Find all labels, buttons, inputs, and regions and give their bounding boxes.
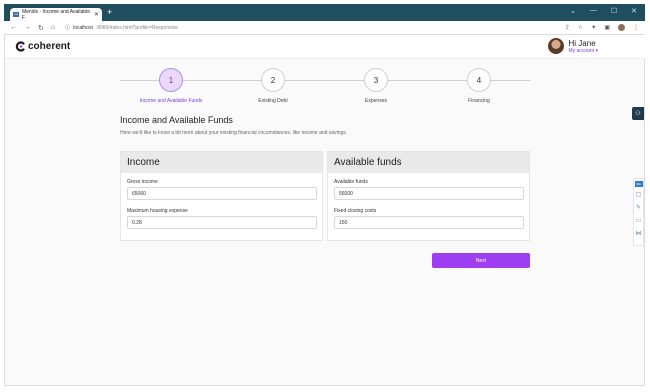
user-menu[interactable]: Hi Jane My account ▾: [547, 38, 598, 54]
app-viewport: coherent Hi Jane My account ▾ 1 2 3 4 In…: [4, 35, 646, 386]
browser-tab[interactable]: mx Mendix - Income and Available F ✕: [10, 8, 102, 21]
page-title: Income and Available Funds: [120, 115, 233, 125]
coherent-logo[interactable]: coherent: [15, 41, 70, 52]
logo-text: coherent: [28, 41, 71, 52]
available-funds-heading: Available funds: [328, 152, 529, 173]
home-icon[interactable]: ⌂: [51, 24, 55, 32]
share-icon[interactable]: ⇪: [565, 24, 570, 31]
step-1-label: Income and Available Funds: [139, 98, 203, 104]
max-housing-input[interactable]: [127, 216, 317, 229]
address-bar: ← → ↻ ⌂ ⓘ localhost:8080/index.html?prof…: [4, 21, 645, 35]
ide-badge-icon[interactable]: IDE: [634, 181, 643, 187]
available-funds-label: Available funds: [334, 179, 368, 185]
my-account-dropdown[interactable]: My account ▾: [569, 48, 598, 54]
minimize-button[interactable]: —: [590, 7, 597, 15]
step-1[interactable]: 1: [159, 68, 183, 92]
income-card: Income Gross income Maximum housing expe…: [120, 151, 323, 241]
step-3-label: Expenses: [365, 98, 387, 104]
forward-arrow-icon[interactable]: →: [24, 24, 31, 32]
user-panel-tab[interactable]: ⚇: [632, 107, 644, 120]
back-arrow-icon[interactable]: ←: [10, 24, 17, 32]
dev-tools-rail: IDE ▢ ✎ ▭ ⋈: [633, 178, 644, 246]
user-settings-icon: ⚇: [635, 111, 641, 117]
extensions-puzzle-icon[interactable]: ✦: [591, 24, 596, 31]
address-bar-actions: ⇪ ☆ ✦ ▣ ⋮: [565, 24, 639, 31]
browser-window: mx Mendix - Income and Available F ✕ + ⌄…: [0, 0, 650, 392]
browser-titlebar: mx Mendix - Income and Available F ✕ + ⌄…: [4, 4, 645, 21]
url-host: localhost: [73, 24, 93, 31]
nav-buttons: ← → ↻ ⌂: [10, 24, 55, 32]
step-4[interactable]: 4: [467, 68, 491, 92]
mendix-favicon-icon: mx: [13, 12, 19, 17]
reload-icon[interactable]: ↻: [38, 24, 44, 32]
sidebar-icon[interactable]: ▣: [604, 24, 610, 31]
user-avatar[interactable]: [547, 38, 564, 54]
step-2-label: Existing Debt: [258, 98, 288, 104]
app-header: coherent Hi Jane My account ▾: [5, 35, 646, 59]
profile-avatar-icon[interactable]: [618, 24, 625, 31]
greeting: Hi Jane: [568, 38, 596, 48]
closing-costs-input[interactable]: [334, 216, 524, 229]
income-heading: Income: [121, 152, 322, 173]
chat-icon[interactable]: ▢: [636, 191, 642, 200]
step-3[interactable]: 3: [364, 68, 388, 92]
tab-search-icon[interactable]: ⌄: [570, 7, 576, 15]
user-text: Hi Jane My account ▾: [569, 39, 598, 54]
close-window-button[interactable]: ✕: [631, 7, 637, 15]
url-field[interactable]: ⓘ localhost:8080/index.html?profile=Resp…: [65, 24, 178, 32]
bookmark-star-icon[interactable]: ☆: [578, 24, 583, 31]
next-button[interactable]: Next: [432, 253, 530, 268]
page-subtitle: Here we'd like to know a bit more about …: [120, 130, 348, 136]
tab-title: Mendix - Income and Available F: [21, 8, 90, 21]
coherent-logo-icon: [15, 41, 25, 52]
pencil-icon[interactable]: ✎: [636, 204, 641, 213]
new-tab-button[interactable]: +: [107, 8, 112, 17]
max-housing-label: Maximum housing expense: [127, 208, 188, 214]
clipboard-icon[interactable]: ▭: [636, 217, 642, 226]
maximize-button[interactable]: ☐: [611, 7, 617, 15]
browser-menu-icon[interactable]: ⋮: [633, 24, 639, 31]
info-icon[interactable]: ⓘ: [65, 24, 70, 31]
available-funds-card: Available funds Available funds Fixed cl…: [327, 151, 530, 241]
available-funds-input[interactable]: [334, 187, 524, 200]
tab-close-icon[interactable]: ✕: [94, 11, 99, 18]
closing-costs-label: Fixed closing costs: [334, 208, 377, 214]
share-nodes-icon[interactable]: ⋈: [636, 230, 642, 239]
url-path: :8080/index.html?profile=Responsive: [95, 24, 178, 31]
window-controls: ⌄ — ☐ ✕: [570, 7, 637, 15]
gross-income-label: Gross income: [127, 179, 158, 185]
step-2[interactable]: 2: [261, 68, 285, 92]
gross-income-input[interactable]: [127, 187, 317, 200]
step-4-label: Financing: [468, 98, 490, 104]
